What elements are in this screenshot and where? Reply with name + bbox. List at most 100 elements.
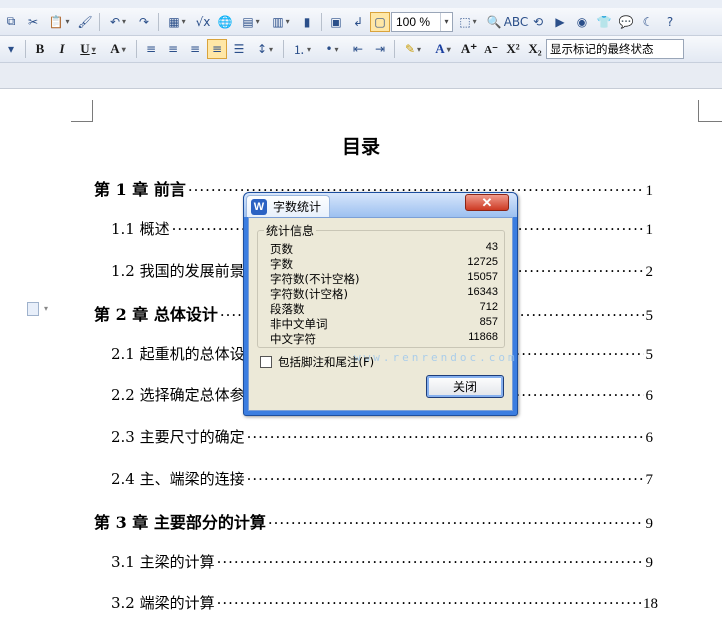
superscript-icon[interactable]: X² <box>503 39 523 59</box>
close-icon[interactable]: ✕ <box>465 194 509 211</box>
subscript-icon[interactable]: X₂ <box>525 39 545 59</box>
hyperlink-icon[interactable]: 🌐 <box>215 12 235 32</box>
help-icon[interactable]: ? <box>660 12 680 32</box>
spellcheck-icon[interactable]: ABC <box>504 12 529 32</box>
stat-row: 字符数(计空格) 16343 <box>270 286 498 301</box>
toc-entry-label: 第 2 章 总体设计 <box>94 305 218 324</box>
toc-entry-page: 9 <box>645 555 654 571</box>
toc-entry-label: 2.2 选择确定总体参数 <box>111 386 260 404</box>
translate-icon[interactable]: ⟲ <box>528 12 548 32</box>
underline-icon[interactable]: U <box>74 39 102 59</box>
numbering-icon[interactable]: ⒈ <box>288 39 316 59</box>
paragraph-marker-icon[interactable] <box>27 302 39 316</box>
select-icon[interactable]: ⬚ <box>454 12 482 32</box>
chevron-down-icon[interactable]: ▾ <box>440 12 452 31</box>
moon-icon[interactable]: ☾ <box>638 12 658 32</box>
align-center-icon[interactable]: ≡ <box>163 39 183 59</box>
toc-entry-page: 7 <box>645 472 654 488</box>
align-right-icon[interactable]: ≡ <box>185 39 205 59</box>
toc-entry[interactable]: 3.2 端梁的计算 18 <box>111 592 658 613</box>
include-footnotes-label: 包括脚注和尾注(F) <box>278 355 375 369</box>
stat-label: 字符数(计空格) <box>270 287 348 301</box>
toc-leader-dots <box>247 428 644 446</box>
highlight-icon[interactable]: ✎ <box>399 39 427 59</box>
zoom-select[interactable]: 100 % ▾ <box>391 11 453 32</box>
decrease-indent-icon[interactable]: ⇤ <box>348 39 368 59</box>
toc-entry[interactable]: 2.4 主、端梁的连接 7 <box>111 468 653 489</box>
increase-indent-icon[interactable]: ⇥ <box>370 39 390 59</box>
italic-icon[interactable]: I <box>52 39 72 59</box>
shrink-font-icon[interactable]: A⁻ <box>481 39 501 59</box>
toc-entry-page: 5 <box>645 308 654 324</box>
font-color-icon[interactable]: A <box>429 39 457 59</box>
font-size-dropdown-end[interactable]: ▾ <box>1 39 21 59</box>
dialog-titlebar[interactable]: W 字数统计 ✕ <box>244 193 517 217</box>
online-doc-icon[interactable]: ◉ <box>572 12 592 32</box>
shirt-icon[interactable]: 👕 <box>594 12 614 32</box>
stat-value: 12725 <box>467 256 498 268</box>
separator <box>99 12 100 31</box>
comment-icon[interactable]: 💬 <box>616 12 636 32</box>
stat-row: 段落数 712 <box>270 301 498 316</box>
stat-label: 字符数(不计空格) <box>270 272 360 286</box>
columns-icon[interactable]: ▥ <box>267 12 295 32</box>
stats-group: 统计信息 www.renrendoc.com 页数 43 字数 12725 字符数(不计… <box>257 222 515 364</box>
stat-row: 字数 12725 <box>270 256 498 271</box>
toc-leader-dots <box>247 470 644 488</box>
toc-entry[interactable]: 第 3 章 主要部分的计算 9 <box>94 509 653 533</box>
play-icon[interactable]: ▶ <box>550 12 570 32</box>
toc-entry-page: 18 <box>643 596 658 612</box>
copy-icon[interactable]: ⧉ <box>1 12 21 32</box>
dialog-body: 统计信息 www.renrendoc.com 页数 43 字数 12725 字符数(不计… <box>248 217 515 411</box>
chart-icon[interactable]: ▮ <box>297 12 317 32</box>
formula-icon[interactable]: √x <box>193 12 213 32</box>
distributed-align-icon[interactable]: ☰ <box>229 39 249 59</box>
undo-icon[interactable]: ↶ <box>104 12 132 32</box>
find-icon[interactable]: 🔍 <box>484 12 504 32</box>
document-map-icon[interactable]: ▣ <box>326 12 346 32</box>
format-painter-icon[interactable]: 🖌 <box>75 12 95 32</box>
separator <box>158 12 159 31</box>
doc-title: 目录 <box>341 136 380 158</box>
show-marks-icon[interactable]: ↲ <box>348 12 368 32</box>
align-left-icon[interactable]: ≡ <box>141 39 161 59</box>
toc-entry-page: 6 <box>645 388 654 404</box>
justify-icon[interactable]: ≡ <box>207 39 227 59</box>
include-footnotes-checkbox[interactable] <box>260 356 272 368</box>
bold-icon[interactable]: B <box>30 39 50 59</box>
separator <box>394 40 395 58</box>
toc-entry-label: 第 3 章 主要部分的计算 <box>94 513 266 532</box>
include-footnotes-option[interactable]: 包括脚注和尾注(F) <box>260 354 374 370</box>
stat-row: 字符数(不计空格) 15057 <box>270 271 498 286</box>
stat-value: 712 <box>479 301 498 313</box>
close-button[interactable]: 关闭 <box>426 375 504 398</box>
zoom-value: 100 % <box>396 14 431 29</box>
paste-icon[interactable]: 📋 <box>45 12 73 32</box>
toc-entry[interactable]: 2.3 主要尺寸的确定 6 <box>111 426 653 447</box>
font-effect-icon[interactable]: A <box>104 39 132 59</box>
toc-entry-label: 1.2 我国的发展前景 <box>111 262 245 280</box>
cut-icon[interactable]: ✂ <box>23 12 43 32</box>
formatting-toolbar: ▾ B I U A ≡ ≡ ≡ ≡ ☰ ↕ ⒈ • ⇤ ⇥ ✎ A A⁺ A⁻ … <box>0 36 722 63</box>
standard-toolbar: ⧉ ✂ 📋 🖌 ↶ ↷ ▦ √x 🌐 ▤ ▥ ▮ ▣ ↲ ▢ 100 % ▾ ⬚… <box>0 8 722 36</box>
redo-icon[interactable]: ↷ <box>134 12 154 32</box>
page-corner-mark-right <box>698 100 722 122</box>
toc-entry[interactable]: 3.1 主梁的计算 9 <box>111 551 653 572</box>
toc-leader-dots <box>217 594 641 612</box>
review-state-select[interactable]: 显示标记的最终状态 <box>546 39 684 59</box>
toc-entry-label: 3.2 端梁的计算 <box>111 594 215 612</box>
bullets-icon[interactable]: • <box>318 39 346 59</box>
insert-table-icon[interactable]: ▦ <box>163 12 191 32</box>
toolbar-top-edge <box>0 0 722 8</box>
toc-entry-page: 1 <box>645 222 654 238</box>
grow-font-icon[interactable]: A⁺ <box>459 39 479 59</box>
page-corner-mark-left <box>71 100 93 122</box>
table-grid-icon[interactable]: ▤ <box>237 12 265 32</box>
toc-entry-label: 3.1 主梁的计算 <box>111 553 215 571</box>
line-spacing-icon[interactable]: ↕ <box>251 39 279 59</box>
stat-label: 中文字符 <box>270 332 316 346</box>
separator <box>321 12 322 31</box>
stat-label: 非中文单词 <box>270 317 328 331</box>
page-view-icon[interactable]: ▢ <box>370 11 390 32</box>
chevron-down-icon[interactable]: ▾ <box>44 304 48 313</box>
